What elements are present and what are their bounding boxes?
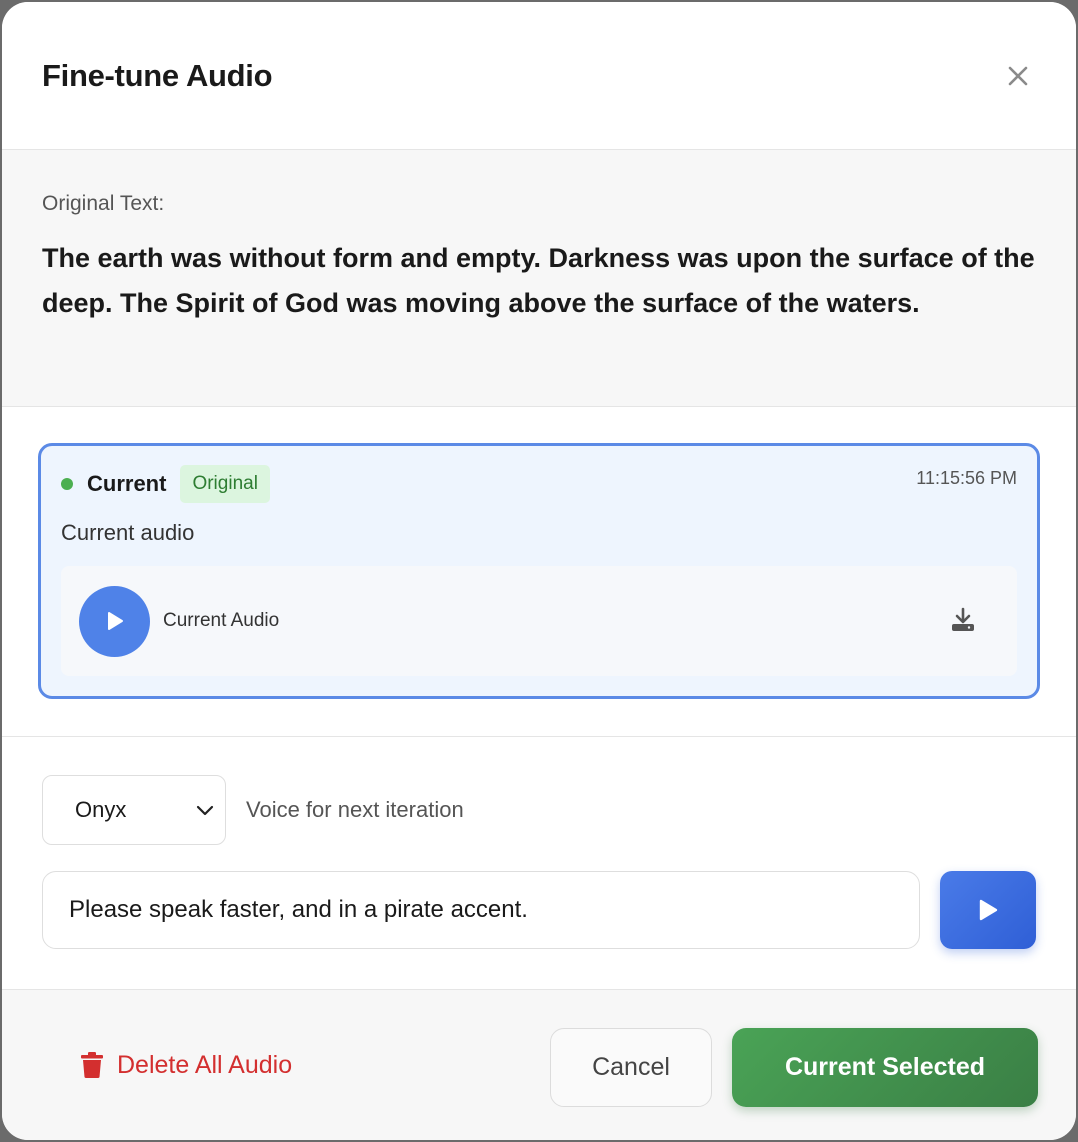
voice-selected-value: Onyx (75, 797, 127, 822)
audio-version-card[interactable]: Current Original 11:15:56 PM Current aud… (38, 443, 1040, 699)
version-description: Current audio (61, 520, 195, 545)
voice-label: Voice for next iteration (246, 797, 464, 822)
original-text-section: Original Text: The earth was without for… (2, 150, 1076, 407)
original-text-label: Original Text: (42, 192, 165, 215)
fine-tune-audio-dialog: Fine-tune Audio Original Text: The earth… (2, 2, 1076, 1140)
instruction-input[interactable]: Please speak faster, and in a pirate acc… (42, 871, 921, 949)
dialog-footer: Delete All Audio Cancel Current Selected (2, 990, 1076, 1140)
cancel-button[interactable]: Cancel (550, 1028, 712, 1107)
download-audio-button[interactable] (947, 604, 979, 636)
prompt-row: Please speak faster, and in a pirate acc… (42, 871, 1036, 949)
version-badge: Original (180, 465, 270, 503)
status-dot (61, 478, 73, 490)
audio-player-label: Current Audio (163, 610, 280, 631)
voice-select[interactable]: Onyx (42, 775, 226, 845)
close-button[interactable] (998, 56, 1038, 96)
original-text: The earth was without form and empty. Da… (42, 243, 1035, 318)
version-card-header: Current Original (61, 464, 1017, 504)
trash-icon (81, 1052, 103, 1078)
dialog-header: Fine-tune Audio (2, 2, 1076, 150)
chevron-down-icon (196, 805, 214, 816)
play-audio-button[interactable] (79, 585, 150, 657)
play-icon (107, 612, 123, 630)
download-icon (952, 607, 974, 631)
play-icon (979, 899, 998, 921)
close-icon (1008, 66, 1028, 85)
voice-row: Onyx Voice for next iteration (42, 775, 1036, 845)
iteration-controls: Onyx Voice for next iteration Please spe… (2, 737, 1076, 990)
select-version-button[interactable]: Current Selected (732, 1028, 1038, 1107)
audio-player: Current Audio (61, 566, 1017, 676)
delete-all-audio-button[interactable]: Delete All Audio (80, 1051, 292, 1080)
version-timestamp: 11:15:56 PM (916, 468, 1017, 488)
version-name: Current (87, 471, 167, 496)
dialog-title: Fine-tune Audio (42, 57, 273, 93)
generate-audio-button[interactable] (940, 871, 1036, 949)
delete-all-audio-label: Delete All Audio (117, 1050, 293, 1079)
audio-versions-list: Current Original 11:15:56 PM Current aud… (2, 407, 1076, 737)
